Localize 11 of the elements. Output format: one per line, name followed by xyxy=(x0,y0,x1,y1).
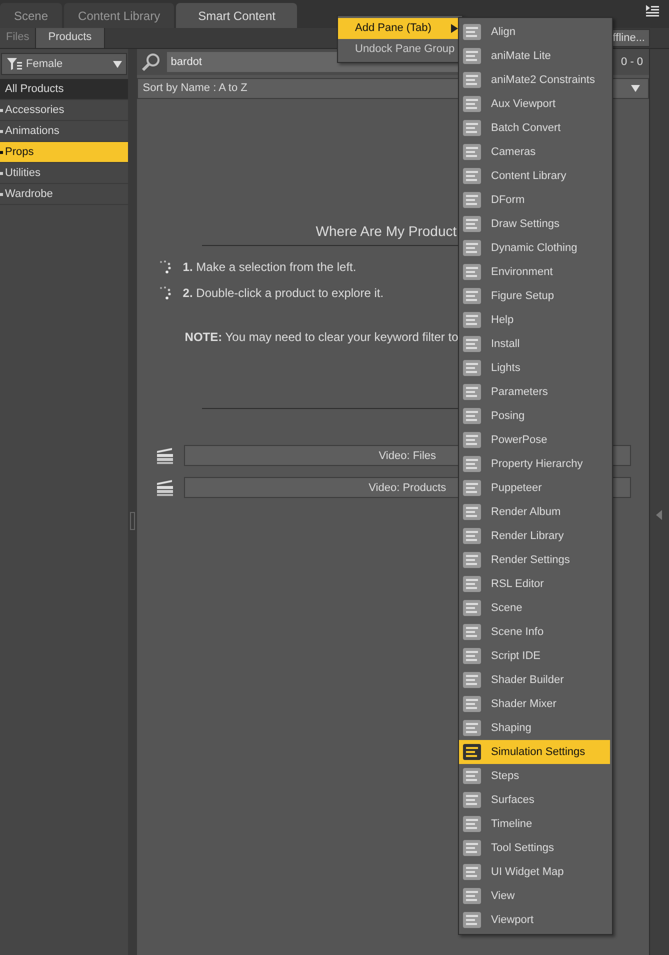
category-label: Accessories xyxy=(5,103,64,118)
category-label: Wardrobe xyxy=(5,187,53,202)
category-label: Props xyxy=(5,145,34,160)
page-count: 0 - 0 xyxy=(620,56,644,68)
note-text: NOTE: You may need to clear your keyword filter to xyxy=(184,330,458,344)
category-label: All Products xyxy=(5,82,64,97)
category-label: Animations xyxy=(5,124,60,139)
category-label: Utilities xyxy=(5,166,40,181)
instruction-text: 1. Make a selection from the left. xyxy=(182,260,356,274)
instruction-text: 2. Double-click a product to explore it. xyxy=(182,286,384,300)
heading: Where Are My Product xyxy=(316,223,457,239)
